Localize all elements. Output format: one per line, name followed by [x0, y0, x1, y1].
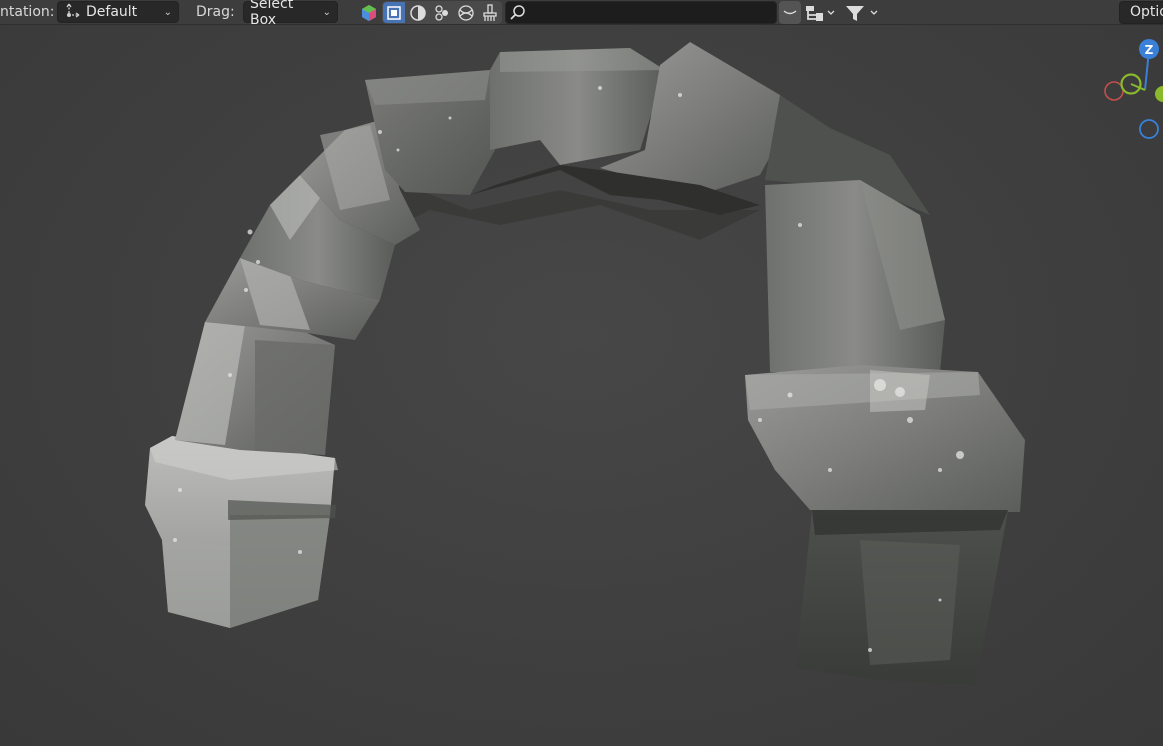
drag-value: Select Box: [250, 0, 294, 28]
filter-dropdown[interactable]: [842, 2, 882, 23]
transform-orientation-icon: [64, 1, 86, 23]
outliner-hierarchy-icon: [806, 5, 835, 21]
show-gizmo-color-button[interactable]: [358, 2, 380, 23]
select-circle-icon: [410, 4, 426, 21]
search-icon: [510, 5, 525, 20]
tweak-icon: [435, 4, 448, 21]
annotate-icon: [483, 3, 497, 21]
orientation-label: ntation:: [0, 4, 55, 20]
select-lasso-icon: [458, 4, 474, 21]
chevron-down-icon: [783, 10, 797, 15]
options-button[interactable]: Optio: [1119, 1, 1163, 24]
orientation-value: Default: [86, 4, 138, 20]
3d-viewport[interactable]: [0, 0, 1163, 746]
filter-icon: [846, 5, 878, 21]
x-axis-handle: [1155, 86, 1163, 102]
filter-options-button[interactable]: [779, 1, 801, 24]
neg-z-axis-handle: [1139, 119, 1159, 139]
search-input[interactable]: [505, 1, 777, 24]
stone-arch-model[interactable]: [0, 0, 1163, 746]
navigation-gizmo[interactable]: Z: [1095, 34, 1163, 146]
z-axis-label: Z: [1145, 43, 1154, 57]
chevron-down-icon: ⌄: [322, 6, 331, 18]
annotate-button[interactable]: [479, 2, 501, 23]
tweak-button[interactable]: [431, 2, 453, 23]
drag-dropdown[interactable]: Select Box ⌄: [243, 0, 338, 28]
select-lasso-button[interactable]: [455, 2, 477, 23]
show-gizmo-color-icon: [362, 4, 376, 21]
chevron-down-icon: ⌄: [163, 6, 172, 18]
transform-orientation-dropdown[interactable]: Default ⌄: [57, 1, 179, 23]
select-box-button[interactable]: [383, 2, 405, 23]
viewport-header: ntation: Default ⌄ Drag: Select Box ⌄ Op…: [0, 0, 1163, 28]
neg-x-axis-handle: [1104, 81, 1124, 101]
display-mode-dropdown[interactable]: [803, 2, 839, 23]
select-box-icon: [387, 5, 401, 20]
drag-label: Drag:: [196, 4, 235, 20]
select-circle-button[interactable]: [407, 2, 429, 23]
